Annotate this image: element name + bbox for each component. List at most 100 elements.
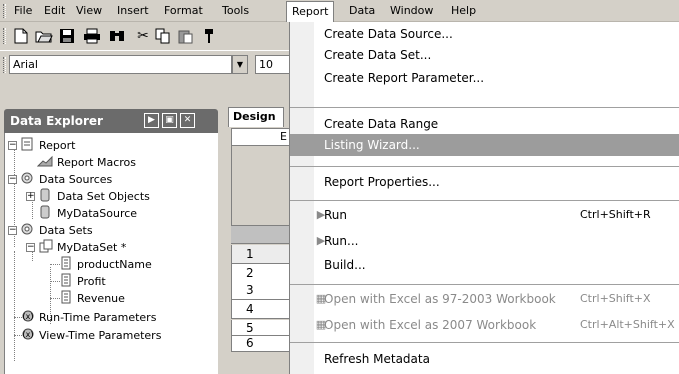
menu-separator <box>290 107 679 108</box>
parameters-icon: (x) <box>21 327 35 346</box>
row-number: 1 <box>246 247 254 261</box>
menu-edit-label: Edit <box>44 4 66 17</box>
format-toolbar-grip[interactable] <box>3 57 6 73</box>
menu-item-run-dialog[interactable]: ▶ Run... <box>290 230 679 252</box>
menu-window-label: Window <box>390 4 434 17</box>
tree-label: Report <box>39 139 76 152</box>
excel-icon: ▦ <box>315 318 327 331</box>
menu-item-open-excel-2007[interactable]: ▦ Open with Excel as 2007 Workbook Ctrl+… <box>290 314 679 336</box>
tab-design-label: Design <box>233 110 276 123</box>
menu-item-shortcut: Ctrl+Alt+Shift+X <box>580 318 675 331</box>
row-number: 4 <box>246 302 254 316</box>
menu-data[interactable]: Data <box>344 0 380 22</box>
copy-icon[interactable] <box>154 27 172 45</box>
design-area: Design E 1 2 3 4 5 6 <box>222 105 292 374</box>
collapse-icon[interactable]: − <box>8 175 17 184</box>
open-folder-icon[interactable] <box>35 27 53 45</box>
row-number: 5 <box>246 321 254 335</box>
menu-item-report-properties[interactable]: Report Properties... <box>290 171 679 193</box>
menu-file[interactable]: File <box>9 0 37 22</box>
data-sources-icon <box>21 171 34 190</box>
row-number: 2 <box>246 266 254 280</box>
menu-help-label: Help <box>451 4 477 17</box>
datasets-icon <box>21 222 34 241</box>
row-header-3[interactable]: 3 <box>231 281 292 300</box>
menu-item-run[interactable]: ▶ Run Ctrl+Shift+R <box>290 204 679 226</box>
save-icon[interactable] <box>58 27 76 45</box>
panel-play-icon[interactable]: ▶ <box>144 113 159 128</box>
cut-icon[interactable]: ✂ <box>134 27 152 45</box>
menu-item-create-data-set[interactable]: Create Data Set... <box>290 44 679 66</box>
tree-label: View-Time Parameters <box>39 329 162 342</box>
dataset-icon <box>39 239 53 258</box>
menu-separator <box>290 284 679 285</box>
menu-tools-label: Tools <box>222 4 250 17</box>
menu-item-shortcut: Ctrl+Shift+X <box>580 292 651 305</box>
font-name-combo[interactable]: Arial <box>9 55 232 74</box>
row-header-1[interactable]: 1 <box>231 245 292 264</box>
data-explorer-tree: − Report Report Macros − Data Sources + … <box>4 133 218 374</box>
svg-text:(x): (x) <box>23 312 34 321</box>
menu-tools[interactable]: Tools <box>217 0 254 22</box>
grid-header-area <box>231 146 292 226</box>
field-icon <box>61 290 71 309</box>
tree-label: Data Sources <box>39 173 113 186</box>
menu-item-create-data-range[interactable]: Create Data Range <box>290 113 679 135</box>
toolbar-grip[interactable] <box>3 28 6 44</box>
menu-view-label: View <box>76 4 103 17</box>
print-icon[interactable] <box>83 27 101 45</box>
menu-separator <box>290 200 679 201</box>
expand-icon[interactable]: + <box>26 192 35 201</box>
tree-label: Data Sets <box>39 224 93 237</box>
menu-file-label: File <box>14 4 33 17</box>
font-name-dropdown-button[interactable]: ▼ <box>232 55 248 74</box>
menu-item-label: Report Properties... <box>324 175 440 189</box>
menu-format-label: Format <box>164 4 203 17</box>
font-name-value: Arial <box>13 58 38 71</box>
panel-float-icon[interactable]: ▣ <box>162 113 177 128</box>
row-header-5[interactable]: 5 <box>231 320 292 336</box>
tree-label: Run-Time Parameters <box>39 311 157 324</box>
panel-close-icon[interactable]: ✕ <box>180 113 195 128</box>
format-painter-icon[interactable] <box>200 27 218 45</box>
menu-item-shortcut: Ctrl+Shift+R <box>580 208 651 221</box>
menu-separator <box>290 342 679 343</box>
menu-format[interactable]: Format <box>159 0 208 22</box>
menu-report-label: Report <box>292 5 329 18</box>
menu-report[interactable]: Report <box>286 1 335 22</box>
excel-icon: ▦ <box>315 292 327 305</box>
menu-item-build[interactable]: Build... <box>290 254 679 276</box>
menu-item-open-excel-97-2003[interactable]: ▦ Open with Excel as 97-2003 Workbook Ct… <box>290 288 679 310</box>
menubar-grip[interactable] <box>3 4 6 18</box>
font-size-value: 10 <box>259 58 273 71</box>
row-header-4[interactable]: 4 <box>231 300 292 319</box>
menu-help[interactable]: Help <box>446 0 481 22</box>
menu-item-label: Listing Wizard... <box>324 138 420 152</box>
menu-item-listing-wizard[interactable]: Listing Wizard... <box>290 134 679 156</box>
menu-item-label: Open with Excel as 2007 Workbook <box>324 318 537 332</box>
row-header-6[interactable]: 6 <box>231 336 292 352</box>
tree-label: Revenue <box>77 292 125 305</box>
collapse-icon[interactable]: − <box>8 141 17 150</box>
data-explorer-title: Data Explorer <box>10 114 103 128</box>
menu-item-label: Create Data Source... <box>324 27 453 41</box>
row-number: 6 <box>246 336 254 350</box>
menu-item-create-report-parameter[interactable]: Create Report Parameter... <box>290 67 679 89</box>
menu-item-label: Run... <box>324 234 359 248</box>
find-icon[interactable] <box>108 27 126 45</box>
menu-insert[interactable]: Insert <box>112 0 154 22</box>
menu-item-refresh-metadata[interactable]: Refresh Metadata <box>290 348 679 370</box>
menu-window[interactable]: Window <box>385 0 438 22</box>
paste-icon[interactable] <box>177 27 195 45</box>
tab-design[interactable]: Design <box>228 107 284 127</box>
new-file-icon[interactable] <box>12 27 30 45</box>
column-header-e[interactable]: E <box>231 128 292 146</box>
collapse-icon[interactable]: − <box>26 243 35 252</box>
tree-label: Data Set Objects <box>57 190 150 203</box>
tree-label: MyDataSet * <box>57 241 127 254</box>
menu-view[interactable]: View <box>71 0 107 22</box>
menu-edit[interactable]: Edit <box>39 0 70 22</box>
menu-item-create-data-source[interactable]: Create Data Source... <box>290 23 679 45</box>
data-explorer-header: Data Explorer ▶ ▣ ✕ <box>4 109 218 133</box>
collapse-icon[interactable]: − <box>8 226 17 235</box>
